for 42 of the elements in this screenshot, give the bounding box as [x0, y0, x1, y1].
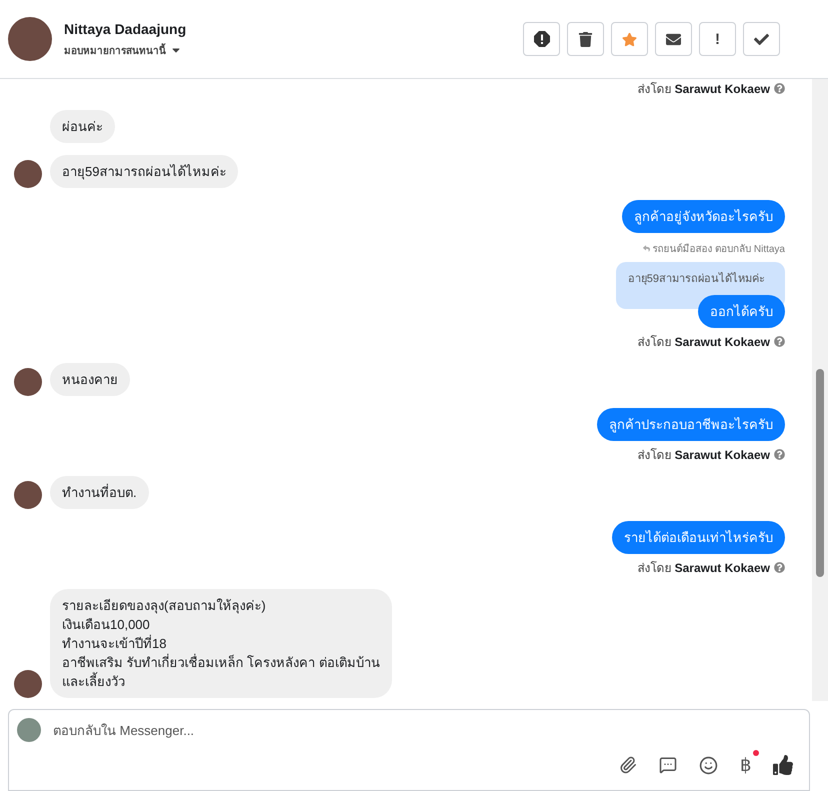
- unread-button[interactable]: [655, 22, 692, 56]
- sender-note: ส่งโดย Sarawut Kokaew: [14, 332, 785, 351]
- assign-dropdown[interactable]: มอบหมายการสนทนานี้: [64, 42, 511, 58]
- avatar: [14, 481, 42, 509]
- sender-note: ส่งโดย Sarawut Kokaew: [14, 558, 785, 577]
- outgoing-message: ออกได้ครับ: [698, 295, 785, 328]
- check-icon: [754, 32, 769, 46]
- delete-button[interactable]: [567, 22, 604, 56]
- outgoing-message: รายได้ต่อเดือนเท่าไหร่ครับ: [612, 521, 785, 554]
- reply-icon: [643, 245, 650, 252]
- avatar: [14, 368, 42, 396]
- outgoing-message: ลูกค้าประกอบอาชีพอะไรครับ: [597, 408, 785, 441]
- incoming-message: หนองคาย: [50, 363, 130, 396]
- speech-bubble-icon: [659, 756, 677, 774]
- trash-icon: [578, 32, 593, 46]
- incoming-message: ทำงานที่อบต.: [50, 476, 149, 509]
- help-icon: [774, 562, 785, 573]
- payment-button[interactable]: ฿: [740, 750, 759, 776]
- sender-note: ส่งโดย Sarawut Kokaew: [14, 79, 785, 98]
- incoming-message: ผ่อนค่ะ: [50, 110, 115, 143]
- page-avatar: [17, 718, 41, 742]
- star-button[interactable]: [611, 22, 648, 56]
- done-button[interactable]: [743, 22, 780, 56]
- contact-name: Nittaya Dadaajung: [64, 20, 188, 36]
- smiley-icon: [699, 756, 718, 774]
- reply-context: รถยนต์มือสอง ตอบกลับ Nittaya: [643, 241, 785, 256]
- help-icon: [774, 83, 785, 94]
- avatar: [14, 160, 42, 188]
- incoming-message: อายุ59สามารถผ่อนได้ไหมค่ะ: [50, 155, 238, 188]
- spam-button[interactable]: [523, 22, 560, 56]
- avatar: [14, 670, 42, 698]
- sender-note: ส่งโดย Sarawut Kokaew: [14, 445, 785, 464]
- outgoing-message: ลูกค้าอยู่จังหวัดอะไรครับ: [622, 200, 785, 233]
- alert-icon: [534, 31, 550, 47]
- paperclip-icon: [619, 756, 637, 774]
- incoming-message: รายละเอียดของลุง(สอบถามให้ลุงค่ะ) เงินเดือน10,000 ทำงานจะเข้าปีที่18 อาชีพเสริม รับทำเกี่ยวเชื่อมเหล็ก โครงหลังคา ต่อเติมบ้าน และเลี้ยงวัว: [50, 589, 392, 698]
- thumbs-up-icon: [773, 755, 793, 775]
- envelope-icon: [666, 32, 681, 46]
- profile-avatar: [8, 17, 52, 61]
- help-icon: [774, 449, 785, 460]
- help-icon: [774, 336, 785, 347]
- important-button[interactable]: !: [699, 22, 736, 56]
